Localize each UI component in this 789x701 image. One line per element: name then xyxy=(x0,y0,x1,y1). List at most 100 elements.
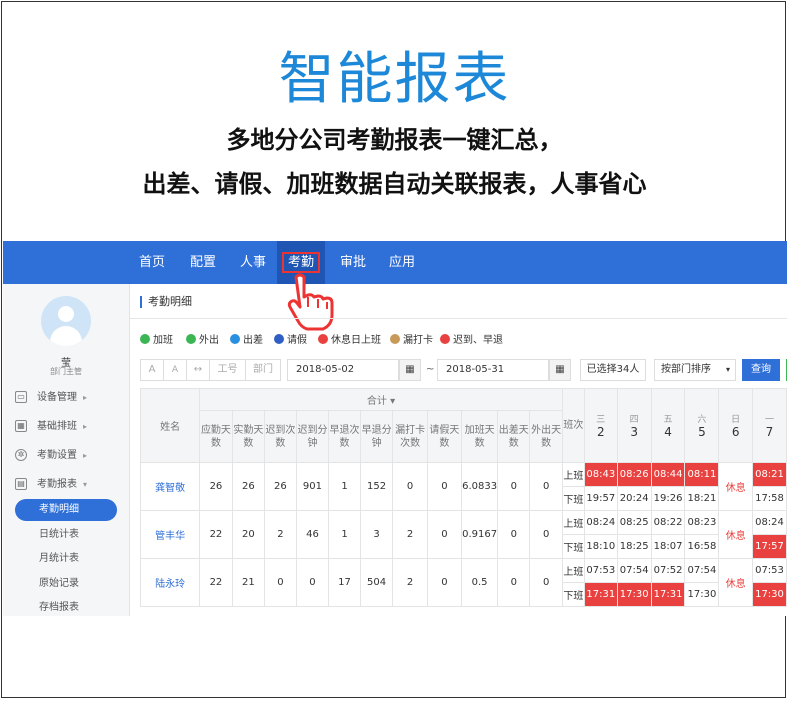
col-stat: 漏打卡次数 xyxy=(392,410,428,463)
query-button[interactable]: 查询 xyxy=(742,359,780,381)
time-cell[interactable]: 18:07 xyxy=(650,534,686,559)
col-stat: 早退分钟 xyxy=(359,410,394,463)
time-cell[interactable]: 18:25 xyxy=(616,534,652,559)
shift-label: 上班 xyxy=(561,462,585,487)
legend-label: 加班 xyxy=(153,335,173,346)
col-stat: 迟到分钟 xyxy=(295,410,330,463)
sidebar-item-devices[interactable]: ▭ 设备管理 ▸ xyxy=(3,388,129,408)
sidebar-item-reports[interactable]: ▤ 考勤报表 ▾ xyxy=(3,475,129,495)
sidebar-sub-detail[interactable]: 考勤明细 xyxy=(3,499,129,521)
nav-apps[interactable]: 应用 xyxy=(389,241,415,284)
end-date-input[interactable]: 2018-05-31 xyxy=(437,359,549,381)
time-cell[interactable]: 17:30 xyxy=(752,582,787,607)
sidebar-item-scheduling[interactable]: ▦ 基础排班 ▸ xyxy=(3,417,129,437)
avatar[interactable] xyxy=(41,296,91,346)
time-cell[interactable]: 08:23 xyxy=(684,510,720,535)
col-day: 五4 xyxy=(650,388,686,463)
time-cell[interactable]: 08:21 xyxy=(752,462,787,487)
legend-label: 迟到、早退 xyxy=(453,335,503,346)
time-cell[interactable]: 08:25 xyxy=(616,510,652,535)
sidebar-sub-daily[interactable]: 日统计表 xyxy=(3,525,129,545)
font-larger-button[interactable]: A xyxy=(140,359,164,381)
col-stat: 迟到次数 xyxy=(264,410,297,463)
time-cell[interactable]: 18:21 xyxy=(684,486,720,511)
nav-home[interactable]: 首页 xyxy=(139,241,165,284)
font-smaller-button[interactable]: A xyxy=(163,359,187,381)
calendar-icon[interactable]: ▦ xyxy=(549,359,571,381)
sidebar-sub-archive[interactable]: 存档报表 xyxy=(3,598,129,616)
col-stat: 实勤天数 xyxy=(231,410,266,463)
col-total[interactable]: 合计 ▾ xyxy=(199,388,563,411)
time-cell[interactable]: 08:44 xyxy=(650,462,686,487)
calendar-icon[interactable]: ▦ xyxy=(399,359,421,381)
col-day: 日6 xyxy=(718,388,753,463)
nav-personnel[interactable]: 人事 xyxy=(240,241,266,284)
legend-label: 漏打卡 xyxy=(403,335,433,346)
legend-label: 外出 xyxy=(199,335,219,346)
time-cell[interactable]: 07:52 xyxy=(650,558,686,583)
sidebar-item-settings[interactable]: ✲ 考勤设置 ▸ xyxy=(3,446,129,466)
employee-name-link[interactable]: 陆永玲 xyxy=(139,558,201,607)
time-cell[interactable]: 07:54 xyxy=(684,558,720,583)
stat-cell: 20 xyxy=(231,510,266,559)
time-cell[interactable]: 08:26 xyxy=(616,462,652,487)
export-button[interactable] xyxy=(786,359,787,381)
sidebar-sub-raw[interactable]: 原始记录 xyxy=(3,574,129,594)
time-cell[interactable]: 17:30 xyxy=(616,582,652,607)
time-cell[interactable]: 07:53 xyxy=(752,558,787,583)
time-cell[interactable]: 20:24 xyxy=(616,486,652,511)
time-cell[interactable]: 08:43 xyxy=(583,462,618,487)
col-stat: 应勤天数 xyxy=(199,410,233,463)
table-body: 龚智敬 26 26 26 901 1 152 0 0 6.0833 0 0 上班 08:43 08:26 08… xyxy=(139,462,787,607)
stat-cell: 0 xyxy=(497,558,531,607)
col-day: 三2 xyxy=(583,388,618,463)
time-cell[interactable]: 08:24 xyxy=(583,510,618,535)
stat-cell: 0 xyxy=(295,558,330,607)
expand-button[interactable]: ↔ xyxy=(186,359,210,381)
stat-cell: 1 xyxy=(328,462,361,511)
department-button[interactable]: 部门 xyxy=(245,359,281,381)
time-cell[interactable]: 17:30 xyxy=(684,582,720,607)
time-cell[interactable]: 07:53 xyxy=(583,558,618,583)
nav-config[interactable]: 配置 xyxy=(190,241,216,284)
selected-people-button[interactable]: 已选择34人 xyxy=(580,359,646,381)
hero-subtitle-2: 出差、请假、加班数据自动关联报表，人事省心 xyxy=(142,169,647,198)
stat-cell: 152 xyxy=(359,462,394,511)
employee-name-link[interactable]: 龚智敬 xyxy=(139,462,201,511)
stat-cell: 0 xyxy=(529,462,563,511)
start-date-input[interactable]: 2018-05-02 xyxy=(287,359,399,381)
report-icon: ▤ xyxy=(15,478,27,490)
stat-cell: 3 xyxy=(359,510,394,559)
time-cell[interactable]: 07:54 xyxy=(616,558,652,583)
time-cell[interactable]: 17:57 xyxy=(752,534,787,559)
time-cell[interactable]: 19:57 xyxy=(583,486,618,511)
legend-overtime: 加班 xyxy=(140,331,173,346)
nav-label: 人事 xyxy=(240,255,267,270)
time-cell[interactable]: 17:31 xyxy=(650,582,686,607)
attendance-table: 姓名 合计 ▾ 班次 三2 四3 五4 六5 日6 一7 应勤天数 实勤天数 迟… xyxy=(139,388,787,607)
sidebar-sub-label: 考勤明细 xyxy=(39,504,79,515)
stat-cell: 0 xyxy=(529,510,563,559)
employee-name-link[interactable]: 管丰华 xyxy=(139,510,201,559)
stat-cell: 21 xyxy=(231,558,266,607)
nav-approval[interactable]: 审批 xyxy=(340,241,366,284)
hero-title: 智能报表 xyxy=(278,47,511,112)
time-cell[interactable]: 18:10 xyxy=(583,534,618,559)
time-cell[interactable]: 08:11 xyxy=(684,462,720,487)
time-cell[interactable]: 16:58 xyxy=(684,534,720,559)
stat-cell: 17 xyxy=(328,558,361,607)
time-cell[interactable]: 17:58 xyxy=(752,486,787,511)
stat-cell: 26 xyxy=(231,462,266,511)
time-cell[interactable]: 19:26 xyxy=(650,486,686,511)
time-cell[interactable]: 17:31 xyxy=(583,582,618,607)
col-stat: 出差天数 xyxy=(497,410,531,463)
shift-label: 下班 xyxy=(561,486,585,511)
sort-select[interactable]: 按部门排序 ▾ xyxy=(654,359,736,381)
col-day: 一7 xyxy=(752,388,787,463)
user-role: 部门主管 xyxy=(50,367,82,376)
time-cell[interactable]: 08:22 xyxy=(650,510,686,535)
sidebar-sub-monthly[interactable]: 月统计表 xyxy=(3,549,129,569)
nav-label: 配置 xyxy=(190,255,217,270)
time-cell[interactable]: 08:24 xyxy=(752,510,787,535)
employee-no-button[interactable]: 工号 xyxy=(209,359,246,381)
